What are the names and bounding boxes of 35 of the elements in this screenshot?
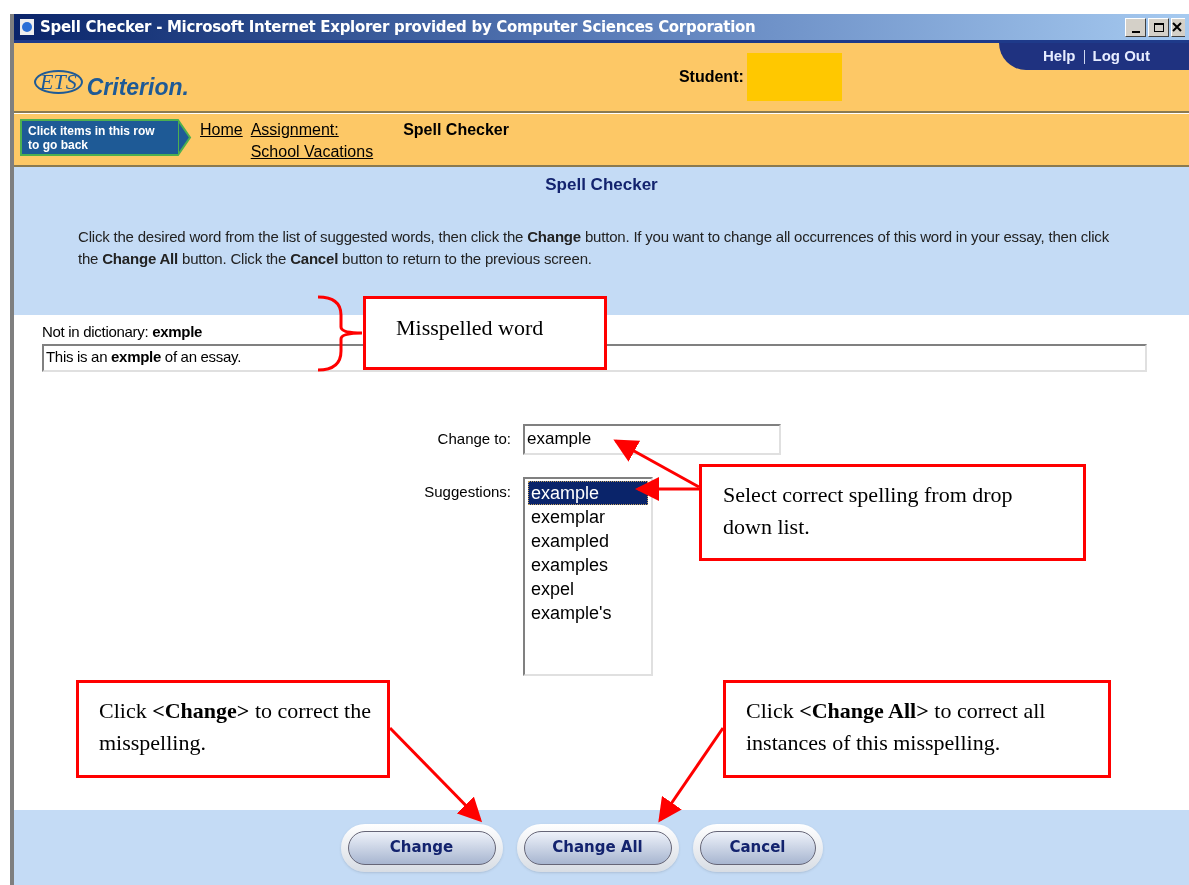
browser-icon bbox=[18, 18, 36, 36]
header-link[interactable]: Help bbox=[1043, 45, 1076, 68]
suggestion-item[interactable]: example bbox=[528, 480, 648, 505]
callout-box: Click <Change All> to correct all instances of this misspelling. bbox=[723, 680, 1111, 778]
instructions-text: Click the desired word from the list of suggested words, then click the Change button. If you want to change all occurrences of this word in your essay, then click the Change All button. Click the Cancel button to return to the previous screen. bbox=[77, 226, 1110, 269]
header-link[interactable]: Log Out bbox=[1092, 45, 1150, 68]
suggestion-item[interactable]: exemplar bbox=[528, 504, 648, 529]
criterion-logo: Criterion. bbox=[86, 72, 189, 102]
close-button[interactable] bbox=[1171, 17, 1185, 37]
window-title: Spell Checker - Microsoft Internet Explorer provided by Computer Sciences Corporation bbox=[40, 16, 756, 38]
maximize-button[interactable] bbox=[1148, 17, 1169, 37]
ets-logo: ETS bbox=[34, 70, 83, 95]
page-heading: Spell Checker bbox=[545, 174, 658, 196]
callout-box: Click <Change> to correct the misspelling. bbox=[76, 680, 390, 778]
student-label: Student: bbox=[678, 67, 744, 87]
action-button[interactable]: Cancel bbox=[692, 823, 823, 872]
not-in-dictionary-text: Not in dictionary: exmple bbox=[42, 322, 203, 342]
current-page: Spell Checker bbox=[403, 120, 509, 140]
action-button[interactable]: Change bbox=[340, 823, 503, 872]
change-to-label: Change to: bbox=[436, 428, 511, 449]
change-to-field[interactable]: example bbox=[523, 423, 781, 455]
arrow-tip-icon bbox=[178, 119, 192, 156]
context-sentence: This is an exmple of an essay. bbox=[46, 347, 241, 368]
breadcrumb-link[interactable]: Assignment: School Vacations bbox=[250, 119, 374, 163]
minimize-button[interactable] bbox=[1125, 17, 1146, 37]
breadcrumb-link[interactable]: Home bbox=[200, 119, 243, 163]
callout-box: Misspelled word bbox=[363, 296, 607, 370]
suggestions-list[interactable]: example exemplar exampled examples expel example's bbox=[523, 476, 653, 676]
callout-box: Select correct spelling from drop down list. bbox=[699, 464, 1086, 561]
suggestion-item[interactable]: example's bbox=[528, 600, 648, 625]
suggestion-item[interactable]: exampled bbox=[528, 528, 648, 553]
action-button[interactable]: Change All bbox=[516, 823, 679, 872]
suggestion-item[interactable]: examples bbox=[528, 552, 648, 577]
suggestions-label: Suggestions: bbox=[423, 481, 511, 502]
suggestion-item[interactable]: expel bbox=[528, 576, 648, 601]
